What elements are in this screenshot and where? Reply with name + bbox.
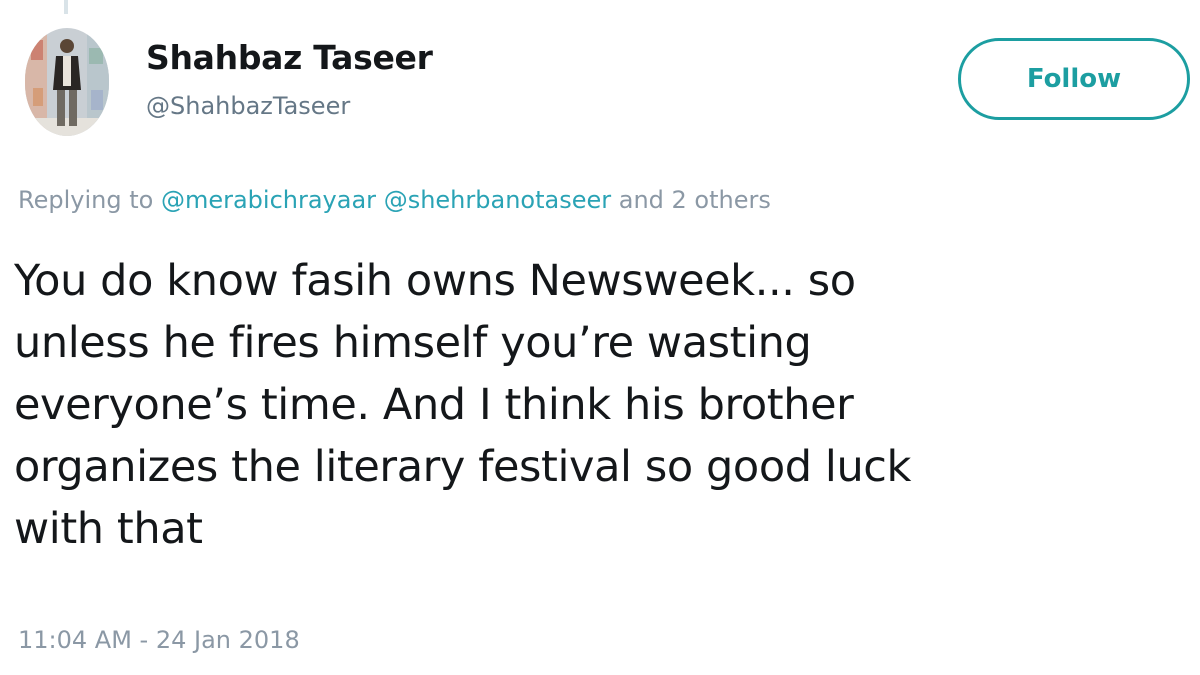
follow-button[interactable]: Follow [958, 38, 1190, 120]
author-display-name[interactable]: Shahbaz Taseer [146, 34, 433, 82]
tweet-text-line: unless he fires himself you’re wasting [14, 318, 812, 368]
tweet-text-line: organizes the literary festival so good … [14, 442, 912, 492]
author-handle[interactable]: @ShahbazTaseer [146, 88, 433, 124]
tweet-card: Shahbaz Taseer @ShahbazTaseer Follow Rep… [0, 0, 1200, 675]
avatar[interactable] [25, 28, 109, 136]
tweet-timestamp[interactable]: 11:04 AM - 24 Jan 2018 [18, 622, 300, 658]
tweet-text-line: with that [14, 504, 203, 554]
author-block: Shahbaz Taseer @ShahbazTaseer [146, 34, 433, 124]
mention-link[interactable]: @merabichrayaar [161, 186, 376, 214]
tweet-text-line: everyone’s time. And I think his brother [14, 380, 854, 430]
mention-link[interactable]: @shehrbanotaseer [384, 186, 611, 214]
reply-context: Replying to @merabichrayaar @shehrbanota… [18, 180, 771, 220]
profile-photo-icon [25, 28, 109, 136]
reply-others-link[interactable]: and 2 others [619, 186, 771, 214]
tweet-text: You do know fasih owns Newsweek... so un… [14, 250, 1184, 560]
thread-connector-line [64, 0, 68, 14]
reply-prefix: Replying to [18, 186, 154, 214]
tweet-text-line: You do know fasih owns Newsweek... so [14, 256, 856, 306]
